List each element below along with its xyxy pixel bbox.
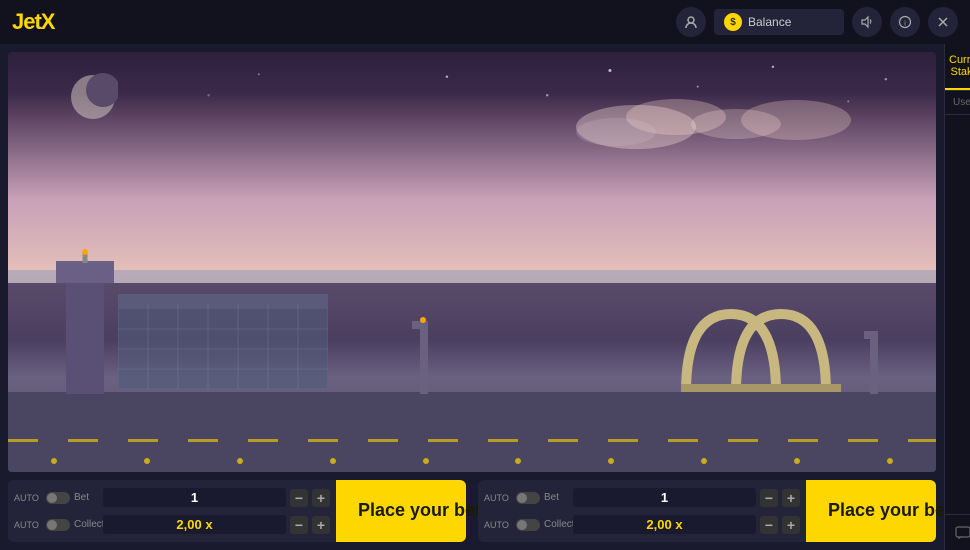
info-button[interactable]: i (890, 7, 920, 37)
runway-light (144, 458, 150, 464)
bet-inputs-1: AUTO Bet − + AUTO (8, 480, 336, 542)
stars (8, 52, 936, 262)
header: JetX $ Balance i (0, 0, 970, 44)
logo-accent: X (41, 9, 55, 34)
bet-label-1: Bet (74, 492, 99, 503)
right-panel: Current Stakes My bets Statistics User B… (944, 44, 970, 550)
header-controls: $ Balance i (676, 7, 958, 37)
bet-label-2: Bet (544, 492, 569, 503)
auto-toggle-2[interactable] (516, 492, 540, 504)
runway-light (608, 458, 614, 464)
stakes-table-header: User Bet Collect Win (945, 91, 970, 115)
runway-light (887, 458, 893, 464)
bet-panel-2: AUTO Bet − + AUTO (478, 480, 936, 542)
tabs-header: Current Stakes My bets Statistics (945, 44, 970, 91)
collect-label-2: Collect (544, 519, 569, 530)
collect-value-1: 2,00 x (103, 515, 286, 534)
col-user: User (953, 97, 970, 108)
chat-footer[interactable]: Chat ∧ (945, 514, 970, 550)
runway-light (515, 458, 521, 464)
toggle-knob-2 (517, 493, 527, 503)
watchtower-1 (416, 321, 428, 394)
sound-icon (860, 15, 874, 29)
bet-increase-1[interactable]: + (312, 489, 330, 507)
bet-row-1: AUTO Bet − + (14, 484, 330, 511)
close-icon (936, 15, 950, 29)
toggle-knob-collect-2 (517, 520, 527, 530)
balance-label: Balance (748, 15, 791, 29)
auto-label-1: AUTO (14, 493, 42, 503)
toggle-knob-1 (47, 493, 57, 503)
arch-group (681, 304, 841, 394)
collect-toggle-2[interactable] (516, 519, 540, 531)
runway-lights (8, 458, 936, 464)
runway-centerline (8, 439, 936, 442)
logo: JetX (12, 9, 54, 35)
bet-decrease-2[interactable]: − (760, 489, 778, 507)
stakes-table: User Bet Collect Win (945, 91, 970, 514)
bet-value-input-2[interactable] (573, 488, 756, 507)
info-icon: i (898, 15, 912, 29)
runway-light (794, 458, 800, 464)
runway-light (423, 458, 429, 464)
auto-label-collect-1: AUTO (14, 520, 42, 530)
runway-light (51, 458, 57, 464)
watchtower-2 (867, 331, 878, 394)
toggle-knob-collect-1 (47, 520, 57, 530)
game-area: AUTO Bet − + AUTO (0, 44, 944, 550)
place-bet-button-1[interactable]: Place your bet (336, 480, 466, 542)
control-tower (66, 279, 104, 394)
terminal-building (118, 294, 328, 394)
bet-value-input-1[interactable] (103, 488, 286, 507)
sound-button[interactable] (852, 7, 882, 37)
collect-label-1: Collect (74, 519, 99, 530)
svg-text:i: i (904, 21, 906, 28)
bet-increase-2[interactable]: + (782, 489, 800, 507)
runway-light (330, 458, 336, 464)
bet-decrease-1[interactable]: − (290, 489, 308, 507)
auto-label-2: AUTO (484, 493, 512, 503)
bet-controls: AUTO Bet − + AUTO (8, 472, 936, 542)
collect-increase-2[interactable]: + (782, 516, 800, 534)
runway-light (237, 458, 243, 464)
main-content: AUTO Bet − + AUTO (0, 44, 970, 550)
chat-icon (955, 525, 970, 541)
user-icon (684, 15, 698, 29)
auto-toggle-1[interactable] (46, 492, 70, 504)
balance-coin-icon: $ (724, 13, 742, 31)
runway-light (701, 458, 707, 464)
tab-current-stakes[interactable]: Current Stakes (945, 44, 970, 90)
collect-value-2: 2,00 x (573, 515, 756, 534)
collect-decrease-1[interactable]: − (290, 516, 308, 534)
collect-row-2: AUTO Collect 2,00 x − + (484, 511, 800, 538)
balance-box: $ Balance (714, 9, 844, 35)
collect-increase-1[interactable]: + (312, 516, 330, 534)
game-viewport (8, 52, 936, 472)
auto-label-collect-2: AUTO (484, 520, 512, 530)
place-bet-button-2[interactable]: Place your bet (806, 480, 936, 542)
user-icon-button[interactable] (676, 7, 706, 37)
runway (8, 392, 936, 472)
collect-toggle-1[interactable] (46, 519, 70, 531)
collect-row-1: AUTO Collect 2,00 x − + (14, 511, 330, 538)
bet-inputs-2: AUTO Bet − + AUTO (478, 480, 806, 542)
close-button[interactable] (928, 7, 958, 37)
bet-row-2: AUTO Bet − + (484, 484, 800, 511)
bet-panel-1: AUTO Bet − + AUTO (8, 480, 466, 542)
logo-main: Jet (12, 9, 41, 34)
collect-decrease-2[interactable]: − (760, 516, 778, 534)
